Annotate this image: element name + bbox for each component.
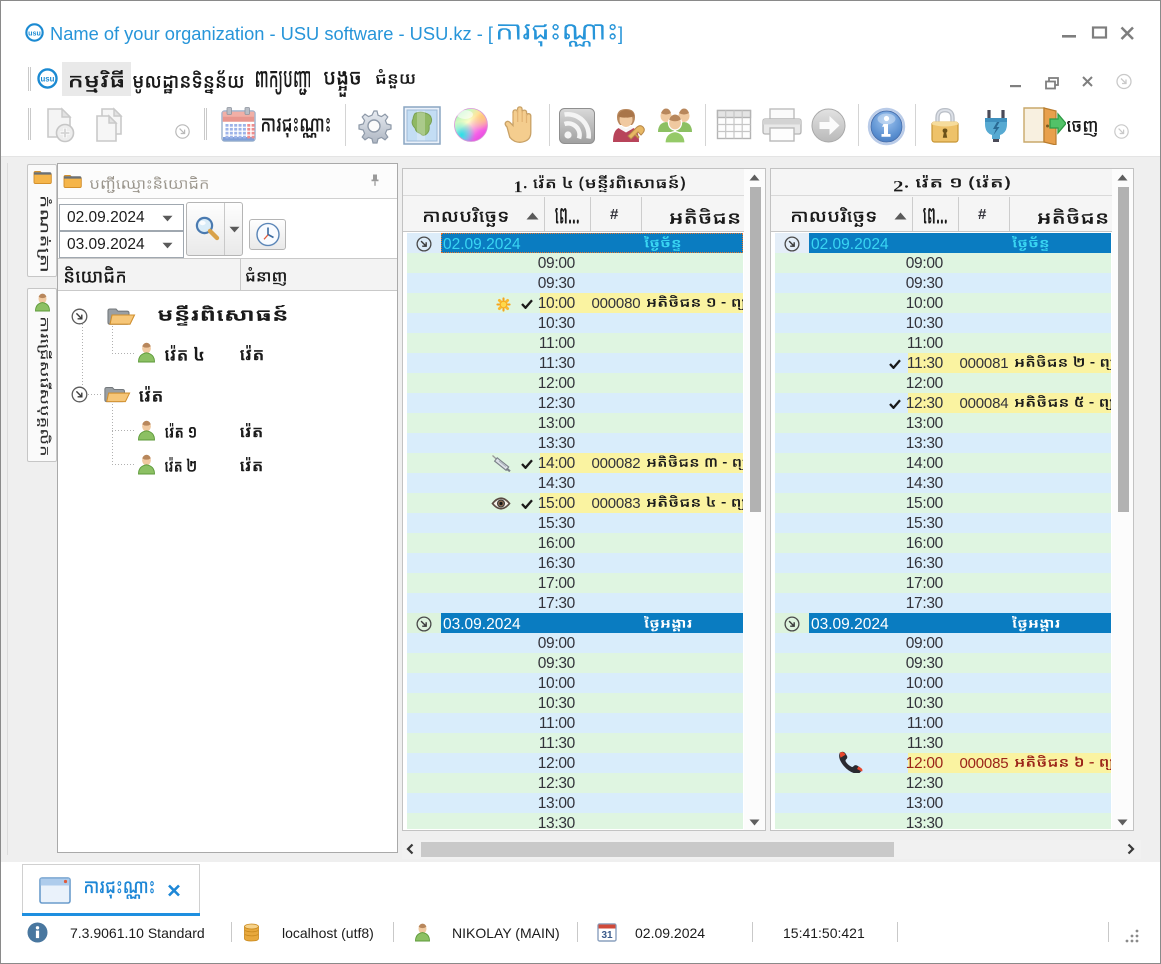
svg-text:usu: usu (28, 29, 41, 37)
svg-text:usu: usu (41, 75, 55, 84)
svg-text:31: 31 (601, 930, 613, 941)
